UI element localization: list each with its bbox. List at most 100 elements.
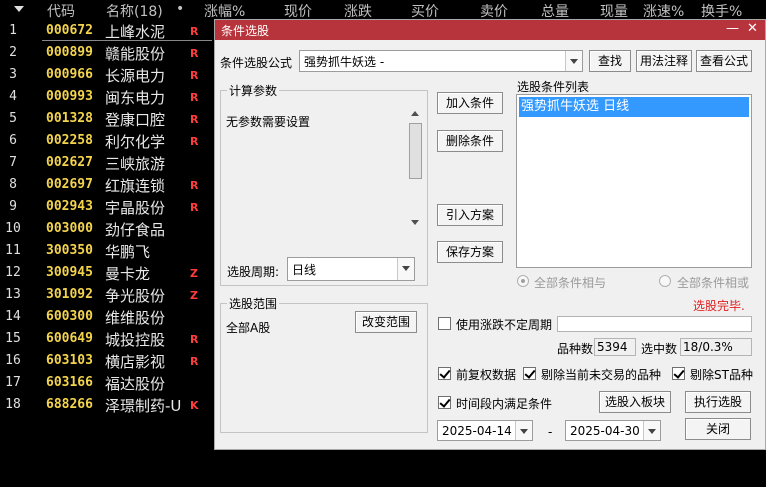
table-row[interactable]: 17 603166 福达股份	[0, 372, 214, 394]
row-index: 17	[5, 375, 21, 390]
dialog-titlebar[interactable]: 条件选股 — ✕	[215, 20, 765, 40]
stock-code: 002627	[46, 155, 93, 170]
exclude-st-checkbox[interactable]	[672, 367, 685, 380]
import-plan-button[interactable]: 引入方案	[437, 204, 503, 226]
row-index: 15	[5, 331, 21, 346]
stock-code: 002943	[46, 199, 93, 214]
params-text: 无参数需要设置	[226, 115, 311, 129]
row-index: 7	[9, 155, 17, 170]
row-index: 11	[5, 243, 21, 258]
save-plan-button[interactable]: 保存方案	[437, 241, 503, 263]
condition-list-title: 选股条件列表	[517, 80, 590, 94]
to-block-button[interactable]: 选股入板块	[599, 391, 671, 413]
usage-notes-button[interactable]: 用法注释	[636, 50, 692, 72]
stock-name: 登康口腔	[105, 111, 166, 129]
radio-or[interactable]	[659, 275, 671, 287]
row-index: 10	[5, 221, 21, 236]
table-row[interactable]: 18 688266 泽璟制药-U K	[0, 394, 214, 416]
add-condition-button[interactable]: 加入条件	[437, 92, 503, 114]
col-change-pct[interactable]: 涨幅%	[204, 1, 245, 21]
table-row[interactable]: 16 603103 横店影视 R	[0, 350, 214, 372]
date-separator: -	[548, 425, 553, 439]
params-scrollbar[interactable]	[407, 107, 424, 229]
col-volume[interactable]: 总量	[541, 1, 569, 21]
change-range-button[interactable]: 改变范围	[355, 311, 417, 333]
formula-select[interactable]: 强势抓牛妖选 -	[299, 50, 583, 72]
stock-name: 横店影视	[105, 353, 166, 371]
selected-label: 选中数	[641, 342, 678, 356]
stock-code: 002697	[46, 177, 93, 192]
stock-code: 600300	[46, 309, 93, 324]
table-row[interactable]: 4 000993 闽东电力 R	[0, 86, 214, 108]
scroll-up-icon[interactable]	[411, 111, 419, 116]
scroll-thumb[interactable]	[409, 123, 422, 179]
table-row[interactable]: 2 000899 赣能股份 R	[0, 42, 214, 64]
table-row[interactable]: 11 300350 华鹏飞	[0, 240, 214, 262]
status-text: 选股完毕.	[693, 299, 745, 313]
chevron-down-icon[interactable]	[565, 51, 582, 71]
row-index: 1	[9, 23, 17, 38]
table-row[interactable]: 13 301092 争光股份 Z	[0, 284, 214, 306]
date-from-value: 2025-04-14	[442, 424, 512, 438]
find-button[interactable]: 查找	[589, 50, 631, 72]
col-current-volume[interactable]: 现量	[600, 1, 628, 21]
col-code[interactable]: 代码	[47, 1, 75, 21]
table-row[interactable]: 7 002627 三峡旅游	[0, 152, 214, 174]
uncertain-period-input[interactable]	[557, 316, 752, 332]
formula-value: 强势抓牛妖选 -	[304, 55, 385, 69]
view-formula-button[interactable]: 查看公式	[696, 50, 752, 72]
date-to-value: 2025-04-30	[570, 424, 640, 438]
uncertain-period-checkbox[interactable]	[438, 317, 451, 330]
row-index: 14	[5, 309, 21, 324]
scroll-down-icon[interactable]	[411, 220, 419, 225]
col-change[interactable]: 涨跌	[344, 1, 372, 21]
stock-name: 华鹏飞	[105, 243, 151, 261]
date-from-picker[interactable]: 2025-04-14	[437, 420, 533, 441]
col-turnover[interactable]: 换手%	[701, 1, 742, 21]
stock-name: 赣能股份	[105, 45, 166, 63]
fuquan-label: 前复权数据	[456, 368, 517, 382]
chevron-down-icon[interactable]	[397, 258, 414, 280]
delete-condition-button[interactable]: 删除条件	[437, 130, 503, 152]
stock-name: 劲仔食品	[105, 221, 166, 239]
exclude-untraded-checkbox[interactable]	[523, 367, 536, 380]
table-row[interactable]: 9 002943 宇晶股份 R	[0, 196, 214, 218]
stock-flag: Z	[190, 289, 198, 302]
table-row[interactable]: 10 003000 劲仔食品	[0, 218, 214, 240]
sort-down-icon[interactable]	[14, 6, 24, 12]
list-item[interactable]: 强势抓牛妖选 日线	[519, 97, 749, 117]
table-row[interactable]: 6 002258 利尔化学 R	[0, 130, 214, 152]
col-price[interactable]: 现价	[284, 1, 312, 21]
stock-flag: R	[190, 201, 199, 214]
col-speed[interactable]: 涨速%	[643, 1, 684, 21]
table-row[interactable]: 12 300945 曼卡龙 Z	[0, 262, 214, 284]
stock-name: 争光股份	[105, 287, 166, 305]
col-bid[interactable]: 买价	[411, 1, 439, 21]
table-row[interactable]: 8 002697 红旗连锁 R	[0, 174, 214, 196]
close-icon[interactable]: ✕	[747, 21, 758, 36]
table-row[interactable]: 5 001328 登康口腔 R	[0, 108, 214, 130]
col-name[interactable]: 名称(18)	[106, 1, 163, 21]
radio-and[interactable]	[517, 275, 529, 287]
count-label: 品种数	[557, 342, 594, 356]
table-row[interactable]: 3 000966 长源电力 R	[0, 64, 214, 86]
run-filter-button[interactable]: 执行选股	[685, 391, 751, 413]
chevron-down-icon[interactable]	[515, 421, 532, 440]
grid-header: 代码 名称(18) • 涨幅% 现价 涨跌 买价 卖价 总量 现量 涨速% 换手…	[0, 0, 766, 20]
timerange-checkbox[interactable]	[438, 396, 451, 409]
condition-list[interactable]: 强势抓牛妖选 日线	[516, 94, 752, 268]
chevron-down-icon[interactable]	[643, 421, 660, 440]
row-index: 6	[9, 133, 17, 148]
period-select[interactable]: 日线	[287, 257, 415, 281]
close-button[interactable]: 关闭	[685, 418, 751, 440]
fuquan-checkbox[interactable]	[438, 367, 451, 380]
table-row[interactable]: 1 000672 上峰水泥 R	[0, 20, 214, 42]
row-index: 9	[9, 199, 17, 214]
selected-row-underline	[42, 40, 212, 41]
date-to-picker[interactable]: 2025-04-30	[565, 420, 661, 441]
minimize-icon[interactable]: —	[726, 21, 739, 36]
table-row[interactable]: 14 600300 维维股份	[0, 306, 214, 328]
col-ask[interactable]: 卖价	[480, 1, 508, 21]
table-row[interactable]: 15 600649 城投控股 R	[0, 328, 214, 350]
stock-name: 利尔化学	[105, 133, 166, 151]
